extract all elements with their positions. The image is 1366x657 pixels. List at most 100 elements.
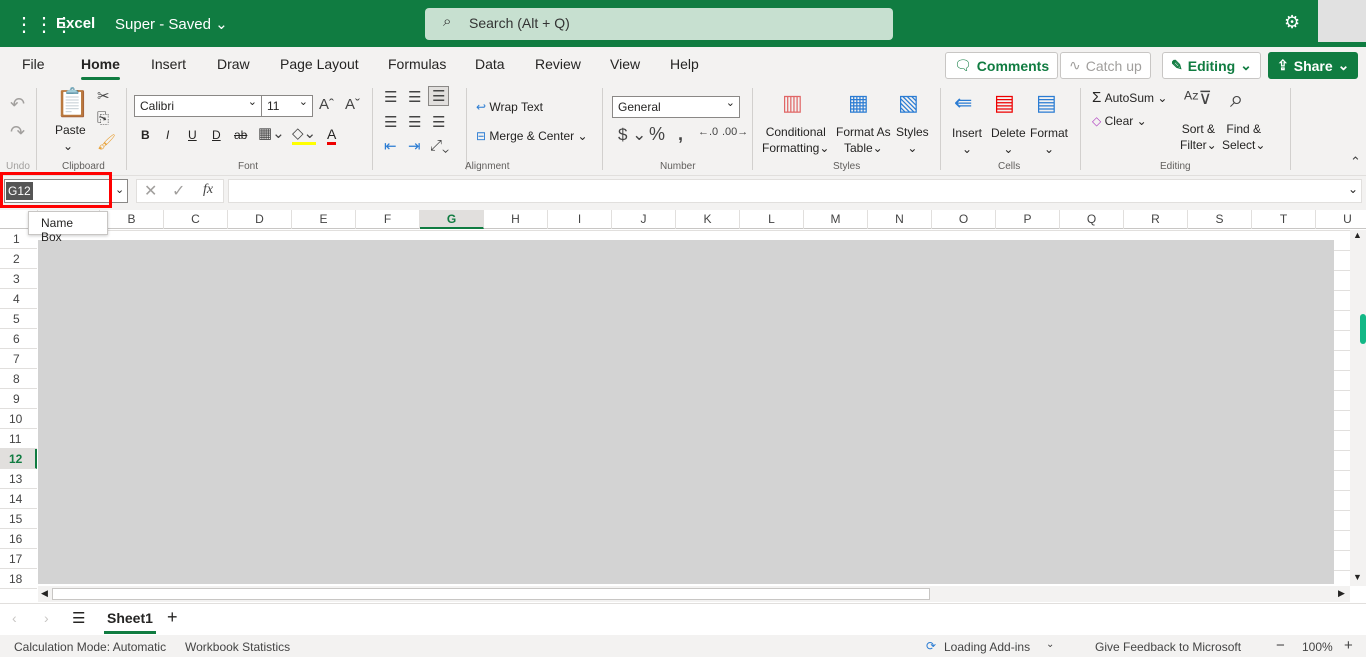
horizontal-scrollbar[interactable]: ◀ ▶ — [38, 586, 1350, 602]
bold-button[interactable]: B — [141, 127, 150, 143]
vertical-scrollbar[interactable]: ▲ ▼ — [1350, 230, 1366, 586]
scroll-right-icon[interactable]: ▶ — [1338, 588, 1345, 599]
format-painter-icon[interactable]: 🖌 — [97, 133, 116, 151]
row-header-3[interactable]: 3 — [0, 269, 37, 289]
fill-color-icon[interactable]: ◇⌄ — [292, 124, 317, 145]
column-header-B[interactable]: B — [100, 210, 164, 229]
delete-button[interactable]: Delete ⌄ — [991, 125, 1026, 157]
borders-icon[interactable]: ▦⌄ — [258, 124, 285, 142]
column-header-P[interactable]: P — [996, 210, 1060, 229]
column-header-H[interactable]: H — [484, 210, 548, 229]
column-header-D[interactable]: D — [228, 210, 292, 229]
row-header-4[interactable]: 4 — [0, 289, 37, 309]
tab-file[interactable]: File — [22, 56, 45, 72]
column-header-Q[interactable]: Q — [1060, 210, 1124, 229]
column-header-C[interactable]: C — [164, 210, 228, 229]
search-input[interactable]: ⌕ Search (Alt + Q) — [425, 8, 893, 40]
collapse-ribbon-icon[interactable]: ⌃ — [1350, 154, 1361, 170]
row-header-13[interactable]: 13 — [0, 469, 37, 489]
align-bottom-icon[interactable]: ☰ — [428, 86, 450, 106]
sheet-tab-sheet1[interactable]: Sheet1 — [104, 604, 156, 634]
catch-up-button[interactable]: ∿ Catch up — [1060, 52, 1151, 79]
conditional-formatting-button[interactable]: Conditional Formatting⌄ — [762, 124, 829, 156]
insert-button[interactable]: Insert ⌄ — [952, 125, 982, 157]
format-as-table-button[interactable]: Format As Table⌄ — [836, 124, 891, 156]
tab-help[interactable]: Help — [670, 56, 699, 72]
row-header-15[interactable]: 15 — [0, 509, 37, 529]
tab-data[interactable]: Data — [475, 56, 505, 72]
row-header-2[interactable]: 2 — [0, 249, 37, 269]
row-header-17[interactable]: 17 — [0, 549, 37, 569]
increase-decimal-icon[interactable]: ←.0 — [698, 126, 718, 138]
column-header-G[interactable]: G — [420, 210, 484, 229]
scroll-thumb[interactable] — [1360, 314, 1366, 344]
tab-page-layout[interactable]: Page Layout — [280, 56, 359, 72]
add-sheet-icon[interactable]: + — [167, 607, 178, 628]
tab-insert[interactable]: Insert — [151, 56, 186, 72]
merge-center-button[interactable]: ⊟ Merge & Center ⌄ — [476, 128, 588, 144]
next-sheet-icon[interactable]: › — [44, 610, 49, 626]
enter-icon[interactable]: ✓ — [172, 181, 185, 201]
row-header-8[interactable]: 8 — [0, 369, 37, 389]
cell-styles-button[interactable]: Styles ⌄ — [896, 124, 929, 156]
zoom-level[interactable]: 100% — [1302, 640, 1333, 654]
addins-dropdown-icon[interactable]: ⌄ — [1046, 639, 1054, 650]
undo-icon[interactable]: ↶ — [10, 94, 25, 115]
align-right-icon[interactable]: ☰ — [432, 113, 445, 131]
autosum-button[interactable]: Σ AutoSum ⌄ — [1092, 90, 1167, 106]
column-header-R[interactable]: R — [1124, 210, 1188, 229]
number-format-select[interactable]: General — [612, 96, 740, 118]
row-header-16[interactable]: 16 — [0, 529, 37, 549]
formula-input[interactable] — [228, 179, 1362, 203]
column-header-L[interactable]: L — [740, 210, 804, 229]
comments-button[interactable]: 🗨 Comments — [945, 52, 1059, 79]
orientation-icon[interactable]: ⤢⌄ — [430, 137, 449, 154]
decrease-indent-icon[interactable]: ⇤ — [384, 137, 397, 155]
column-header-U[interactable]: U — [1316, 210, 1366, 229]
copy-icon[interactable]: ⎘ — [97, 110, 109, 127]
comma-style-icon[interactable]: , — [678, 124, 683, 145]
column-header-T[interactable]: T — [1252, 210, 1316, 229]
column-header-J[interactable]: J — [612, 210, 676, 229]
workbook-statistics[interactable]: Workbook Statistics — [185, 640, 290, 654]
clear-button[interactable]: ◇ Clear ⌄ — [1092, 113, 1147, 129]
align-left-icon[interactable]: ☰ — [384, 113, 397, 131]
sort-filter-button[interactable]: Sort & Filter⌄ — [1180, 121, 1217, 153]
share-button[interactable]: ⇪ Share ⌄ — [1268, 52, 1359, 79]
strikethrough-button[interactable]: ab — [234, 127, 247, 143]
row-header-12[interactable]: 12 — [0, 449, 37, 469]
editing-mode-button[interactable]: ✎ Editing ⌄ — [1162, 52, 1261, 79]
format-button[interactable]: Format ⌄ — [1030, 125, 1068, 157]
cut-icon[interactable]: ✂ — [97, 87, 110, 105]
feedback-link[interactable]: Give Feedback to Microsoft — [1095, 640, 1241, 654]
row-header-5[interactable]: 5 — [0, 309, 37, 329]
underline-button[interactable]: U — [188, 127, 197, 143]
paste-icon[interactable]: 📋 — [55, 86, 90, 119]
paste-button[interactable]: Paste — [55, 122, 86, 138]
gear-icon[interactable]: ⚙ — [1284, 12, 1300, 33]
zoom-out-icon[interactable]: − — [1276, 637, 1285, 654]
font-name-select[interactable]: Calibri — [134, 95, 262, 117]
align-center-icon[interactable]: ☰ — [408, 113, 421, 131]
row-header-14[interactable]: 14 — [0, 489, 37, 509]
scroll-down-icon[interactable]: ▼ — [1353, 572, 1362, 582]
increase-indent-icon[interactable]: ⇥ — [408, 137, 421, 155]
tab-view[interactable]: View — [610, 56, 640, 72]
currency-icon[interactable]: $ ⌄ — [618, 125, 646, 145]
align-middle-icon[interactable]: ☰ — [408, 88, 421, 106]
wrap-text-button[interactable]: ↩ Wrap Text — [476, 99, 543, 115]
zoom-in-icon[interactable]: + — [1344, 637, 1353, 654]
tab-draw[interactable]: Draw — [217, 56, 250, 72]
find-select-button[interactable]: Find & Select⌄ — [1222, 121, 1265, 153]
scroll-left-icon[interactable]: ◀ — [41, 588, 48, 599]
double-underline-button[interactable]: D — [212, 127, 221, 143]
column-header-O[interactable]: O — [932, 210, 996, 229]
scroll-up-icon[interactable]: ▲ — [1353, 230, 1362, 240]
tab-home[interactable]: Home — [81, 56, 120, 80]
align-top-icon[interactable]: ☰ — [384, 88, 397, 106]
redo-icon[interactable]: ↷ — [10, 122, 25, 143]
row-header-6[interactable]: 6 — [0, 329, 37, 349]
row-header-7[interactable]: 7 — [0, 349, 37, 369]
increase-font-icon[interactable]: Aˆ — [319, 96, 334, 113]
column-header-S[interactable]: S — [1188, 210, 1252, 229]
